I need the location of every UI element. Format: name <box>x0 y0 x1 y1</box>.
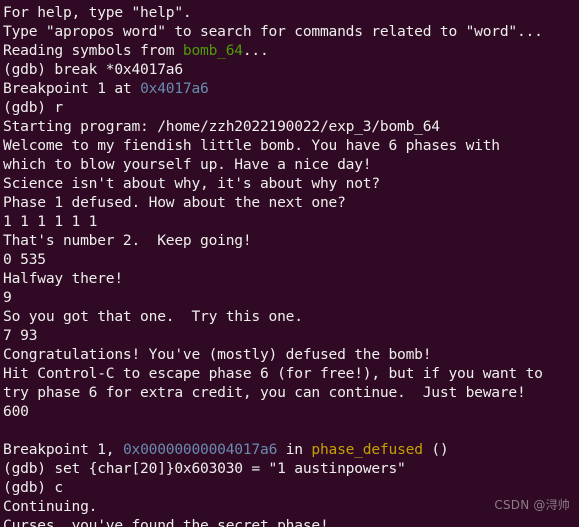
terminal-line: Breakpoint 1, 0x00000000004017a6 in phas… <box>3 440 579 459</box>
terminal-line: (gdb) r <box>3 98 579 117</box>
terminal-text-segment: Science isn't about why, it's about why … <box>3 175 380 192</box>
terminal-text-segment: try phase 6 for extra credit, you can co… <box>3 384 526 401</box>
terminal-line: 9 <box>3 288 579 307</box>
terminal-text-segment: () <box>422 441 449 458</box>
terminal-line: (gdb) c <box>3 478 579 497</box>
terminal-line: Welcome to my fiendish little bomb. You … <box>3 136 579 155</box>
terminal-text-segment: bomb_64 <box>182 42 243 59</box>
terminal-text-segment: 1 1 1 1 1 1 <box>3 213 98 230</box>
terminal-line: For help, type "help". <box>3 3 579 22</box>
terminal-text-segment: (gdb) c <box>3 479 63 496</box>
terminal-text-segment: Type "apropos word" to search for comman… <box>3 23 543 40</box>
terminal-line: (gdb) break *0x4017a6 <box>3 60 579 79</box>
terminal-text-segment: So you got that one. Try this one. <box>3 308 303 325</box>
terminal-text-segment: Breakpoint 1 at <box>3 80 141 97</box>
terminal-line: So you got that one. Try this one. <box>3 307 579 326</box>
terminal-line: Science isn't about why, it's about why … <box>3 174 579 193</box>
terminal-line: Reading symbols from bomb_64... <box>3 41 579 60</box>
terminal-text-segment: 0 535 <box>3 251 46 268</box>
terminal-text-segment: Hit Control-C to escape phase 6 (for fre… <box>3 365 543 382</box>
terminal-text-segment: Halfway there! <box>3 270 123 287</box>
terminal-line: try phase 6 for extra credit, you can co… <box>3 383 579 402</box>
terminal-line: Type "apropos word" to search for comman… <box>3 22 579 41</box>
terminal-text-segment: (gdb) break *0x4017a6 <box>3 61 183 78</box>
terminal-text-segment: Starting program: /home/zzh2022190022/ex… <box>3 118 440 135</box>
terminal-line: Breakpoint 1 at 0x4017a6 <box>3 79 579 98</box>
terminal-text-segment: phase_defused <box>311 441 423 458</box>
terminal-line: which to blow yourself up. Have a nice d… <box>3 155 579 174</box>
terminal-line: That's number 2. Keep going! <box>3 231 579 250</box>
terminal-text-segment: Phase 1 defused. How about the next one? <box>3 194 346 211</box>
terminal-text-segment: Reading symbols from <box>3 42 183 59</box>
terminal-line: 0 535 <box>3 250 579 269</box>
terminal-text-segment: Breakpoint 1, <box>3 441 123 458</box>
terminal-line: Continuing. <box>3 497 579 516</box>
terminal-text-segment: (gdb) set {char[20]}0x603030 = "1 austin… <box>3 460 406 477</box>
terminal-text-segment: 0x4017a6 <box>140 80 209 97</box>
terminal-text-segment: in <box>277 441 312 458</box>
terminal-line: Starting program: /home/zzh2022190022/ex… <box>3 117 579 136</box>
terminal-line: (gdb) set {char[20]}0x603030 = "1 austin… <box>3 459 579 478</box>
terminal-line: 1 1 1 1 1 1 <box>3 212 579 231</box>
terminal-text-segment: Curses, you've found the secret phase! <box>3 517 329 527</box>
terminal-text-segment: 600 <box>3 403 29 420</box>
terminal-text-segment: For help, type "help". <box>3 4 192 21</box>
terminal-line: 600 <box>3 402 579 421</box>
terminal-text-segment: which to blow yourself up. Have a nice d… <box>3 156 372 173</box>
terminal-text-segment: (gdb) r <box>3 99 63 116</box>
terminal-text-segment: 9 <box>3 289 12 306</box>
terminal-text-segment: Welcome to my fiendish little bomb. You … <box>3 137 500 154</box>
terminal-text-segment: That's number 2. Keep going! <box>3 232 252 249</box>
terminal-line: Hit Control-C to escape phase 6 (for fre… <box>3 364 579 383</box>
terminal-output[interactable]: For help, type "help". Type "apropos word… <box>0 0 579 527</box>
terminal-text-segment: ... <box>242 42 269 59</box>
terminal-text-segment: Congratulations! You've (mostly) defused… <box>3 346 432 363</box>
terminal-text-segment: 0x00000000004017a6 <box>122 441 278 458</box>
terminal-line: Phase 1 defused. How about the next one? <box>3 193 579 212</box>
terminal-line: Curses, you've found the secret phase! <box>3 516 579 527</box>
terminal-line: Congratulations! You've (mostly) defused… <box>3 345 579 364</box>
terminal-line: Halfway there! <box>3 269 579 288</box>
terminal-text-segment: Continuing. <box>3 498 98 515</box>
terminal-line: 7 93 <box>3 326 579 345</box>
terminal-text-segment: 7 93 <box>3 327 38 344</box>
